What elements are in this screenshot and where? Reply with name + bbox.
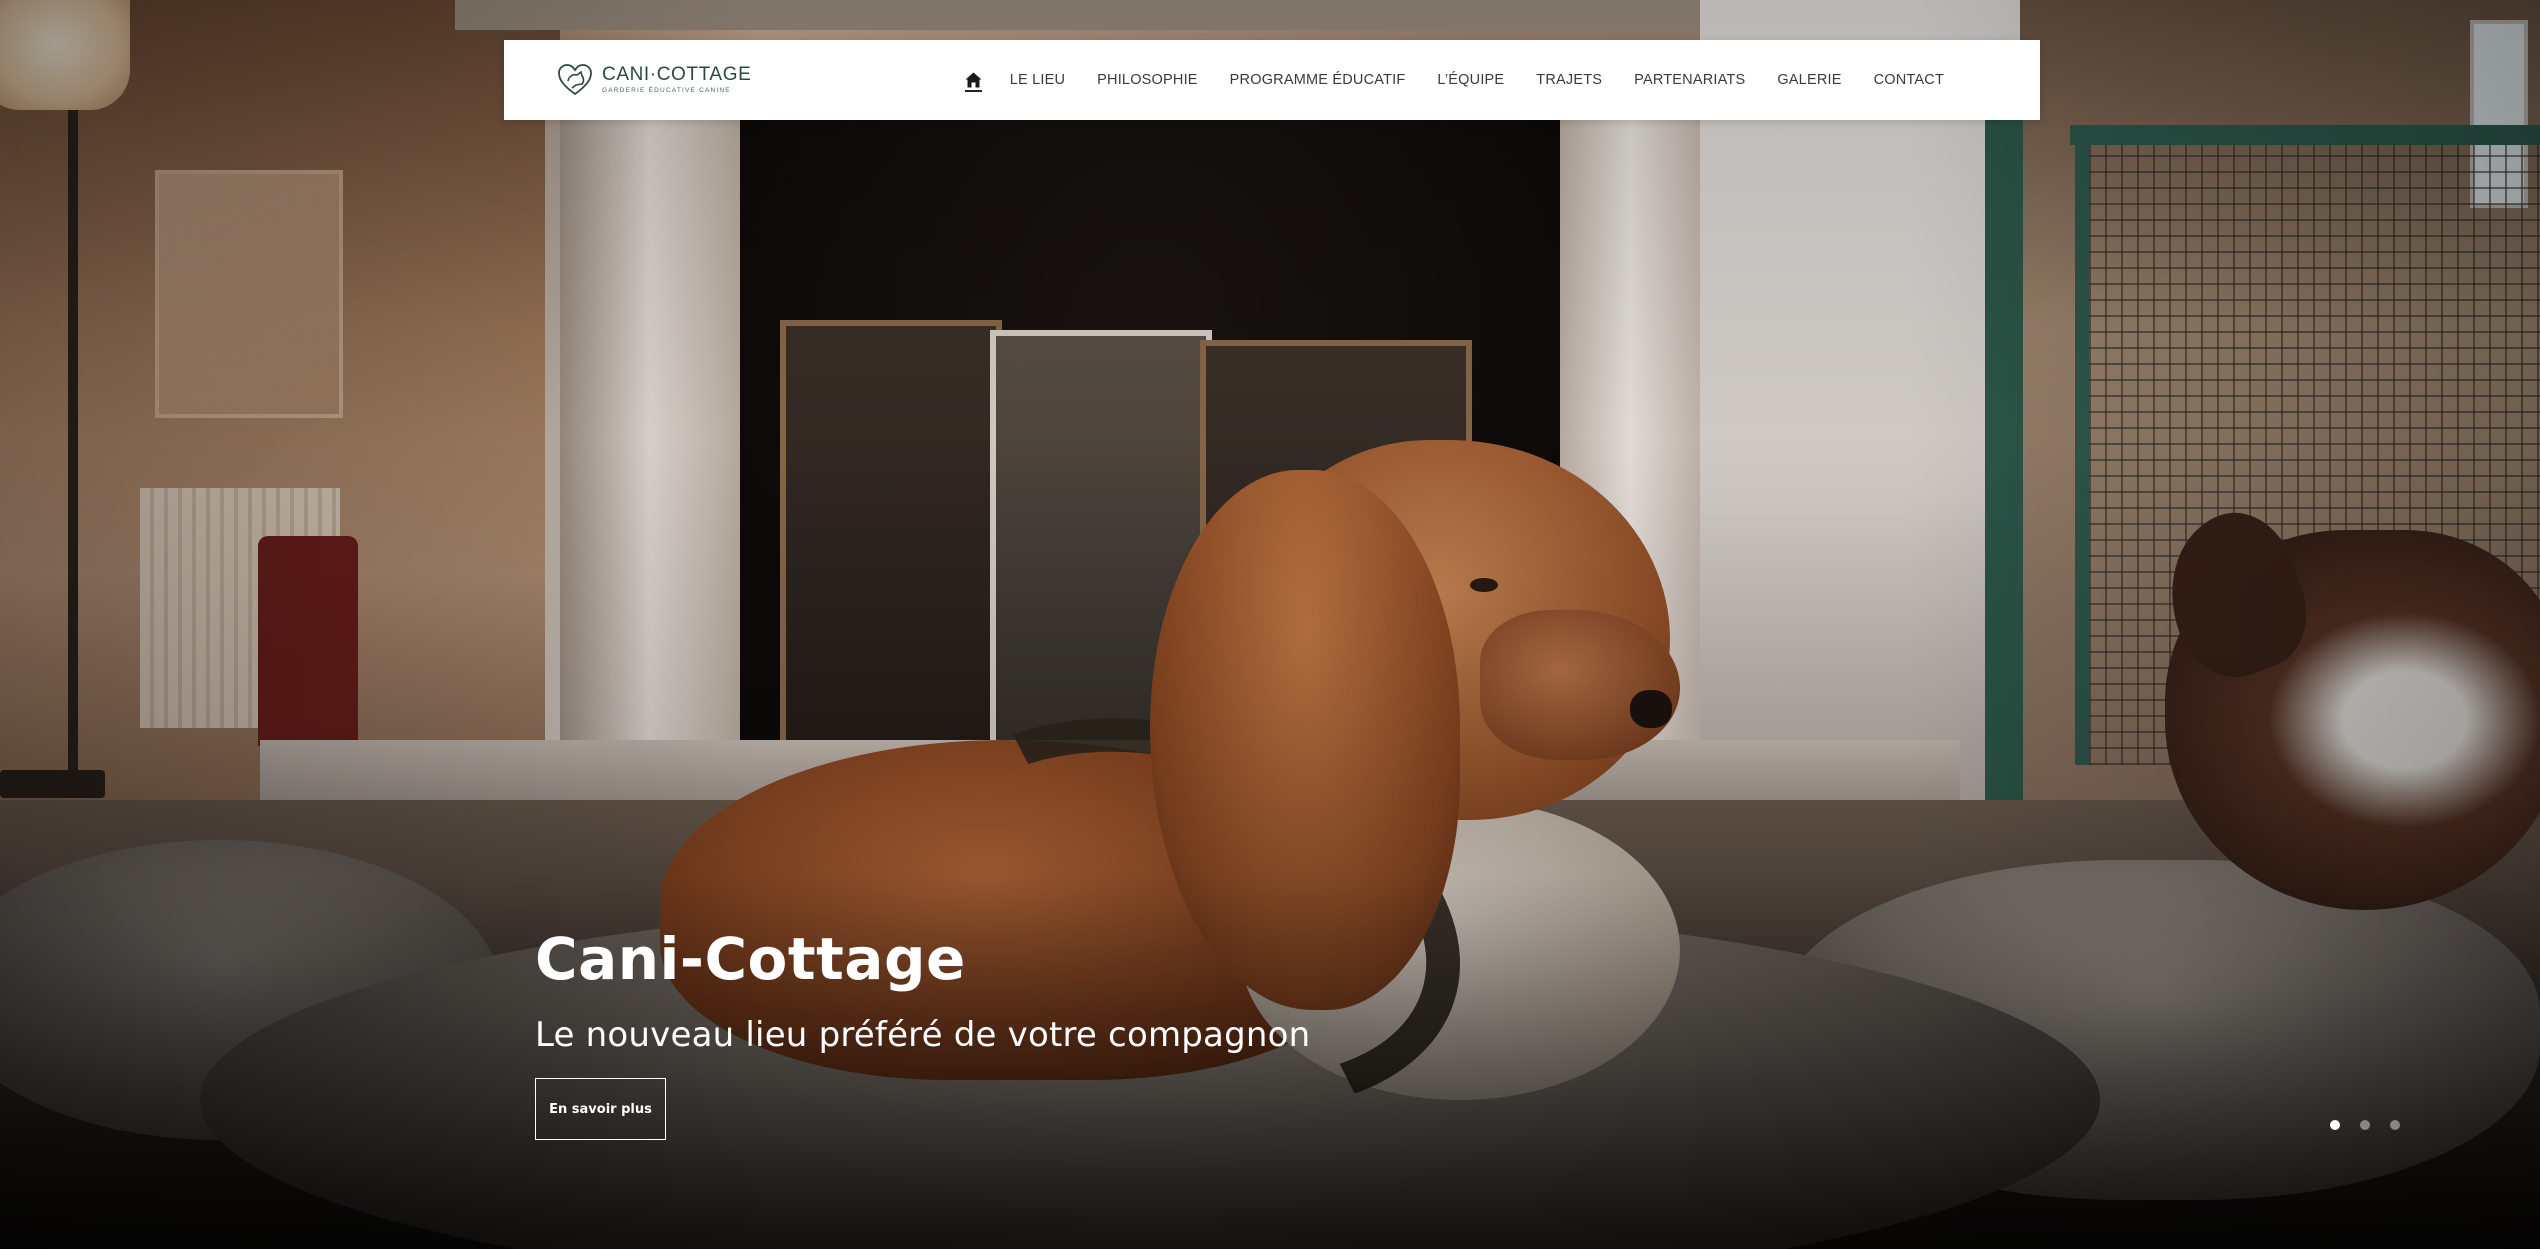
slider-pagination bbox=[2330, 1120, 2400, 1130]
nav-item-equipe[interactable]: L’ÉQUIPE bbox=[1421, 40, 1520, 120]
hero-subtitle: Le nouveau lieu préféré de votre compagn… bbox=[535, 1015, 1311, 1055]
nav-item-galerie[interactable]: GALERIE bbox=[1761, 40, 1857, 120]
nav-item-le-lieu[interactable]: LE LIEU bbox=[994, 40, 1081, 120]
nav-item-philosophie[interactable]: PHILOSOPHIE bbox=[1081, 40, 1214, 120]
brand-logo[interactable]: CANI·COTTAGE GARDERIE ÉDUCATIVE CANINE bbox=[556, 62, 751, 98]
nav-item-trajets[interactable]: TRAJETS bbox=[1520, 40, 1618, 120]
nav-item-programme-educatif[interactable]: PROGRAMME ÉDUCATIF bbox=[1214, 40, 1422, 120]
hero-dark-overlay bbox=[0, 0, 2540, 1249]
brand-tagline: GARDERIE ÉDUCATIVE CANINE bbox=[602, 87, 731, 95]
brand-name: CANI·COTTAGE bbox=[602, 64, 752, 86]
brand-text: CANI·COTTAGE GARDERIE ÉDUCATIVE CANINE bbox=[602, 65, 751, 95]
top-navbar: CANI·COTTAGE GARDERIE ÉDUCATIVE CANINE L… bbox=[504, 40, 2040, 120]
nav-item-contact[interactable]: CONTACT bbox=[1858, 40, 1960, 120]
learn-more-button[interactable]: En savoir plus bbox=[535, 1078, 666, 1140]
hero-slider: CANI·COTTAGE GARDERIE ÉDUCATIVE CANINE L… bbox=[0, 0, 2540, 1249]
nav-item-partenariats[interactable]: PARTENARIATS bbox=[1618, 40, 1761, 120]
nav-home[interactable] bbox=[954, 40, 994, 120]
home-icon bbox=[965, 72, 982, 88]
active-nav-underline bbox=[964, 90, 982, 92]
hero-title: Cani-Cottage bbox=[535, 925, 966, 993]
slider-dot-3[interactable] bbox=[2390, 1120, 2400, 1130]
heart-dog-logo-icon bbox=[558, 64, 592, 96]
main-nav: LE LIEU PHILOSOPHIE PROGRAMME ÉDUCATIF L… bbox=[954, 40, 1960, 120]
slider-dot-2[interactable] bbox=[2360, 1120, 2370, 1130]
slider-dot-1[interactable] bbox=[2330, 1120, 2340, 1130]
